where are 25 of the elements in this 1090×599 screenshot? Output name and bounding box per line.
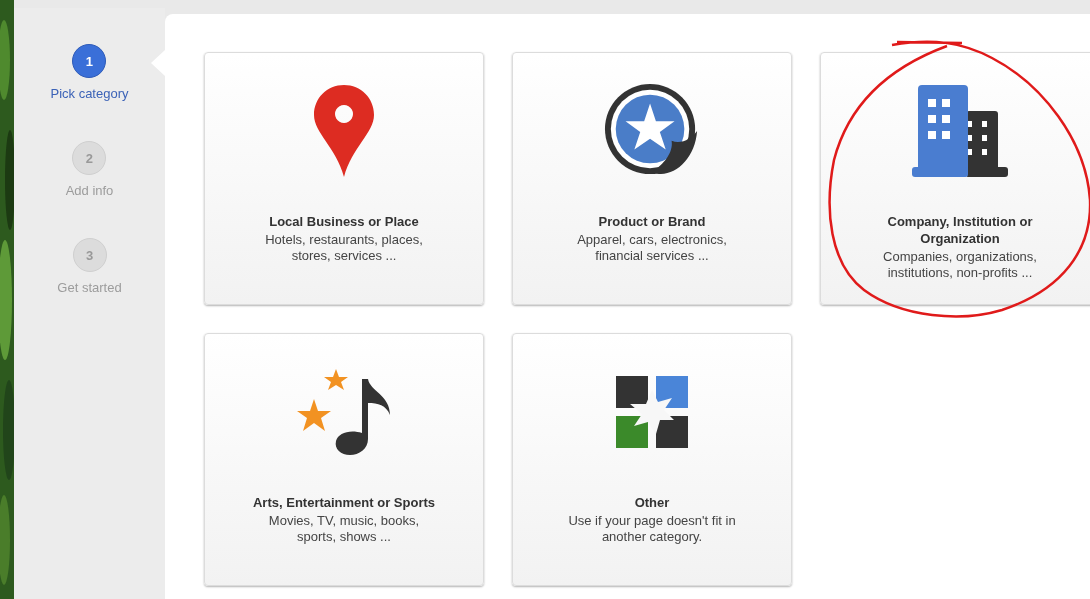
step-label: Add info [65,183,114,198]
category-description: Use if your page doesn't fit in another category. [567,513,737,545]
category-description: Movies, TV, music, books, sports, shows ... [267,513,421,545]
category-card[interactable]: Local Business or Place Hotels, restaurants, places, stores, services ... [204,52,484,305]
category-title: Product or Brand [598,213,706,230]
step-label: Get started [57,280,122,295]
stars-and-music-note-icon [296,369,392,455]
category-title: Company, Institution or Organization [886,213,1034,247]
step-label: Pick category [50,86,129,101]
category-title: Other [634,494,670,511]
puzzle-squares-icon [616,376,688,448]
category-card[interactable]: Other Use if your page doesn't fit in another category. [512,333,792,586]
category-description: Apparel, cars, electronics, financial services ... [576,232,728,264]
category-description: Companies, organizations, institutions, non-profits ... [882,249,1038,281]
category-title: Local Business or Place [269,213,419,230]
buildings-icon [912,85,1008,177]
category-description: Hotels, restaurants, places, stores, services ... [264,232,424,264]
step-number: 3 [72,238,107,272]
step-number: 2 [72,141,107,175]
map-pin-icon [314,85,374,177]
category-card[interactable]: Arts, Entertainment or Sports Movies, TV, music, books, sports, shows ... [204,333,484,586]
category-card[interactable]: Company, Institution or Organization Companies, organizations, institutions, non-profits ... [820,52,1090,305]
category-card[interactable]: Product or Brand Apparel, cars, electronics, financial services ... [512,52,792,305]
step-number: 1 [72,44,107,78]
category-title: Arts, Entertainment or Sports [253,494,435,511]
